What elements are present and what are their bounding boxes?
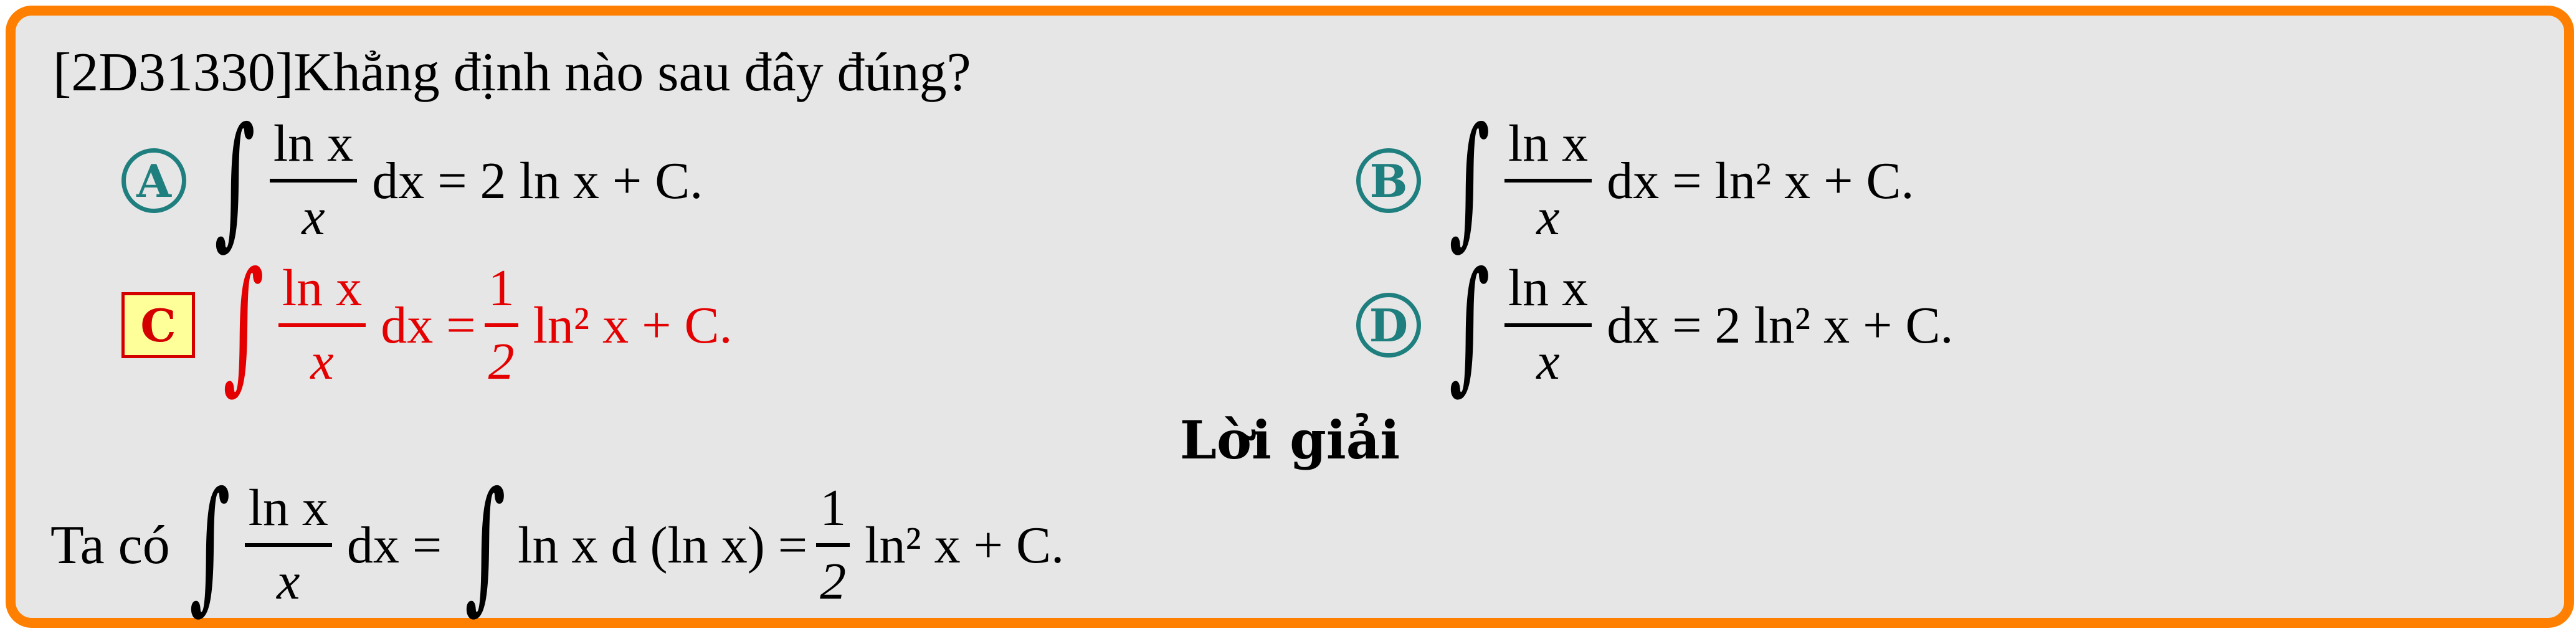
question-id: [2D31330] (53, 42, 294, 103)
option-a-badge[interactable]: A (121, 148, 186, 213)
solution-integrand: ln x d (ln x) = (518, 516, 808, 574)
coefficient-fraction: 1 2 (816, 480, 850, 610)
coefficient-denominator: 2 (488, 333, 515, 391)
fraction-denominator: x (277, 553, 300, 610)
fraction-numerator: ln x (278, 260, 366, 327)
option-d[interactable]: D ∫ ln x x dx = 2 ln² x + C. (1356, 254, 1953, 397)
fraction-numerator: ln x (269, 116, 358, 183)
fraction-numerator: ln x (1504, 116, 1592, 183)
option-c-badge[interactable]: C (121, 292, 195, 358)
coefficient-numerator: 1 (816, 480, 850, 547)
fraction-numerator: ln x (244, 480, 332, 547)
solution-tail: ln² x + C. (865, 516, 1065, 574)
fraction-denominator: x (1536, 333, 1560, 391)
coefficient-denominator: 2 (820, 553, 847, 610)
fraction: ln x x (1504, 116, 1592, 245)
fraction-numerator: ln x (1504, 260, 1592, 327)
solution-mid: dx = (346, 516, 442, 574)
fraction-denominator: x (310, 333, 334, 391)
integral-sign: ∫ (1448, 97, 1490, 263)
integral-sign: ∫ (222, 242, 264, 408)
option-a[interactable]: A ∫ ln x x dx = 2 ln x + C. (121, 109, 703, 252)
solution-heading: Lời giải (1179, 409, 1400, 471)
option-c[interactable]: C ∫ ln x x dx = 1 2 ln² x + C. (121, 254, 732, 397)
solution-lead: Ta có (50, 515, 170, 576)
coefficient-fraction: 1 2 (484, 260, 518, 391)
option-b-badge[interactable]: B (1356, 148, 1421, 213)
option-b[interactable]: B ∫ ln x x dx = ln² x + C. (1356, 109, 1914, 252)
option-b-rhs: dx = ln² x + C. (1607, 151, 1914, 210)
integral-sign: ∫ (465, 462, 506, 628)
fraction: ln x x (269, 116, 358, 246)
question-card: [2D31330] Khẳng định nào sau đây đúng? A… (6, 6, 2574, 628)
integral-sign: ∫ (1448, 242, 1490, 408)
fraction-denominator: x (302, 188, 325, 246)
question-line: [2D31330] Khẳng định nào sau đây đúng? (53, 45, 971, 100)
fraction: ln x x (278, 260, 366, 391)
fraction: ln x x (244, 480, 332, 610)
option-c-tail: ln² x + C. (533, 296, 733, 354)
option-a-rhs: dx = 2 ln x + C. (372, 151, 703, 210)
solution-line: Ta có ∫ ln x x dx = ∫ ln x d (ln x) = 1 … (50, 473, 1064, 617)
option-c-rhs: dx = (381, 296, 476, 354)
option-d-badge[interactable]: D (1356, 293, 1421, 358)
fraction-denominator: x (1536, 188, 1560, 246)
question-text: Khẳng định nào sau đây đúng? (293, 42, 971, 103)
integral-sign: ∫ (189, 462, 231, 628)
integral-sign: ∫ (214, 97, 255, 263)
coefficient-numerator: 1 (484, 260, 518, 327)
option-d-rhs: dx = 2 ln² x + C. (1607, 296, 1954, 354)
fraction: ln x x (1504, 260, 1592, 391)
